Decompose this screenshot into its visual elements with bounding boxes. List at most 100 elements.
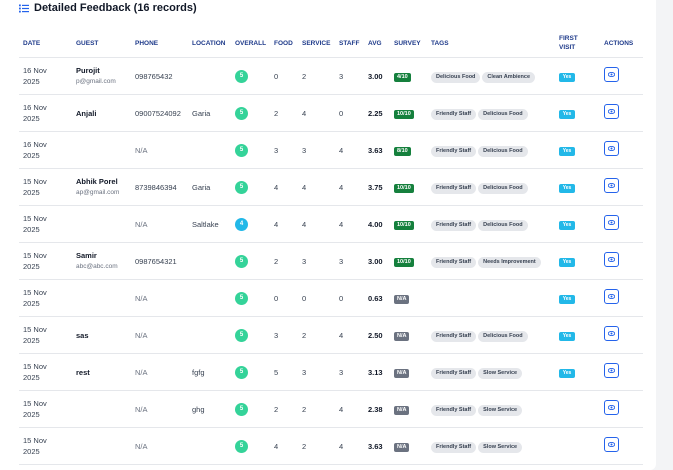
overall-cell: 5 (231, 353, 270, 391)
guest-cell: rest (72, 353, 131, 391)
location-cell: fgfg (188, 353, 231, 391)
col-guest[interactable]: GUEST (72, 29, 131, 58)
view-button[interactable] (604, 289, 619, 304)
tags-cell: Friendly Staff Slow Service (427, 353, 555, 391)
survey-badge: N/A (394, 332, 410, 341)
eye-icon (608, 72, 615, 77)
col-first-visit[interactable]: FIRST VISIT (555, 29, 600, 58)
first-visit-badge: Yes (559, 147, 575, 156)
first-visit-badge: Yes (559, 258, 575, 267)
survey-badge: 4/10 (394, 73, 411, 82)
first-visit-cell: Yes (555, 205, 600, 243)
first-visit-cell: Yes (555, 279, 600, 317)
tag-chip: Delicious Food (478, 330, 528, 342)
overall-badge: 5 (235, 366, 248, 379)
survey-cell: 10/10 (390, 242, 427, 280)
tag-chip: Friendly Staff (431, 219, 477, 231)
eye-icon (608, 109, 615, 114)
service-cell: 4 (298, 94, 335, 132)
tag-chip: Delicious Food (431, 71, 481, 83)
tag-chip: Friendly Staff (431, 108, 477, 120)
avg-cell: 3.63 (364, 427, 390, 465)
actions-cell (600, 168, 643, 206)
col-staff[interactable]: STAFF (335, 29, 364, 58)
eye-icon (608, 442, 615, 447)
service-cell: 2 (298, 390, 335, 428)
first-visit-cell (555, 427, 600, 465)
view-button[interactable] (604, 178, 619, 193)
first-visit-cell: Yes (555, 168, 600, 206)
eye-icon (608, 257, 615, 262)
location-cell (188, 242, 231, 280)
view-button[interactable] (604, 437, 619, 452)
food-cell: 2 (270, 242, 298, 280)
survey-cell: 10/10 (390, 94, 427, 132)
col-survey[interactable]: SURVEY (390, 29, 427, 58)
view-button[interactable] (604, 252, 619, 267)
date-cell: 16 Nov 2025 (19, 131, 72, 169)
overall-badge: 5 (235, 255, 248, 268)
avg-cell: 3.00 (364, 57, 390, 95)
phone-cell: N/A (131, 131, 188, 169)
table-row: 16 Nov 2025 Purojit p@gmail.com 098765432 5 0 2… (19, 57, 643, 95)
first-visit-badge: Yes (559, 221, 575, 230)
service-cell: 2 (298, 316, 335, 354)
service-cell: 4 (298, 168, 335, 206)
col-tags[interactable]: TAGS (427, 29, 555, 58)
food-cell: 0 (270, 57, 298, 95)
overall-badge: 5 (235, 329, 248, 342)
tags-cell: Friendly Staff Needs Improvement (427, 242, 555, 280)
col-overall[interactable]: OVERALL (231, 29, 270, 58)
guest-name: Purojit (76, 66, 100, 75)
tag-chip: Delicious Food (478, 219, 528, 231)
tags-cell: Friendly Staff Delicious Food (427, 316, 555, 354)
first-visit-badge: Yes (559, 73, 575, 82)
view-button[interactable] (604, 363, 619, 378)
staff-cell: 0 (335, 94, 364, 132)
overall-cell: 5 (231, 316, 270, 354)
location-cell (188, 316, 231, 354)
survey-badge: 10/10 (394, 221, 414, 230)
col-date[interactable]: DATE (19, 29, 72, 58)
first-visit-badge: Yes (559, 332, 575, 341)
col-location[interactable]: LOCATION (188, 29, 231, 58)
staff-cell: 0 (335, 279, 364, 317)
col-phone[interactable]: PHONE (131, 29, 188, 58)
avg-cell: 2.50 (364, 316, 390, 354)
view-button[interactable] (604, 104, 619, 119)
col-avg[interactable]: AVG (364, 29, 390, 58)
location-cell: ghg (188, 390, 231, 428)
table-row: 15 Nov 2025 N/A Saltlake 4 4 4 4 4.00 10/10 Friend… (19, 205, 643, 243)
view-button[interactable] (604, 326, 619, 341)
tags-cell: Friendly Staff Delicious Food (427, 205, 555, 243)
first-visit-cell: Yes (555, 57, 600, 95)
survey-badge: 10/10 (394, 184, 414, 193)
overall-cell: 5 (231, 57, 270, 95)
tag-chip: Slow Service (478, 404, 523, 416)
overall-badge: 5 (235, 107, 248, 120)
view-button[interactable] (604, 400, 619, 415)
col-food[interactable]: FOOD (270, 29, 298, 58)
service-cell: 3 (298, 131, 335, 169)
phone-cell: N/A (131, 316, 188, 354)
view-button[interactable] (604, 141, 619, 156)
view-button[interactable] (604, 67, 619, 82)
first-visit-badge: Yes (559, 110, 575, 119)
tag-chip: Slow Service (478, 367, 523, 379)
actions-cell (600, 427, 643, 465)
guest-cell (72, 205, 131, 243)
view-button[interactable] (604, 215, 619, 230)
date-cell: 15 Nov 2025 (19, 168, 72, 206)
overall-badge: 5 (235, 181, 248, 194)
avg-cell: 3.75 (364, 168, 390, 206)
guest-name: rest (76, 367, 90, 377)
avg-cell: 4.00 (364, 205, 390, 243)
col-service[interactable]: SERVICE (298, 29, 335, 58)
survey-cell: 10/10 (390, 205, 427, 243)
date-cell: 15 Nov 2025 (19, 427, 72, 465)
phone-cell: 0987654321 (131, 242, 188, 280)
location-cell (188, 131, 231, 169)
staff-cell: 4 (335, 390, 364, 428)
tag-chip: Friendly Staff (431, 145, 477, 157)
guest-cell (72, 279, 131, 317)
